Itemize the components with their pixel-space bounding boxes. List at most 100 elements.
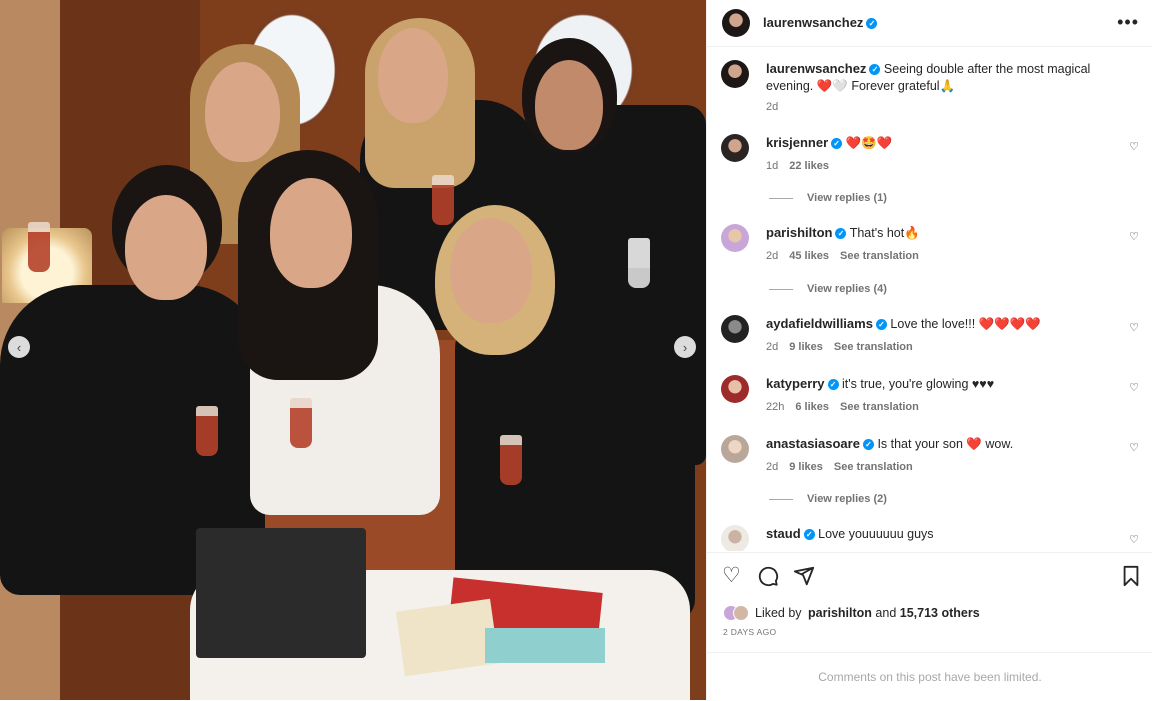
comment-meta: 2d 9 likes See translation — [766, 459, 1106, 476]
author-name-wrap: laurenwsanchez ✓ — [763, 14, 878, 32]
comment-text: Love youuuuuu guys — [818, 527, 934, 541]
comment-item: katyperry ✓ it's true, you're glowing ♥♥♥… — [721, 375, 1141, 425]
comment-time[interactable]: 1d — [766, 160, 778, 172]
view-replies-link[interactable]: View replies (1) — [769, 192, 887, 204]
comment-likes[interactable]: 45 likes — [789, 250, 829, 262]
comment-item: anastasiasoare ✓ Is that your son ❤️ wow.… — [721, 435, 1141, 485]
author-username[interactable]: laurenwsanchez — [763, 15, 863, 30]
comment-body: parishilton ✓ That's hot🔥 2d 45 likes See t… — [766, 224, 1106, 265]
face-front-left — [125, 195, 207, 300]
post-actions: ♡ Liked by parishilton and 15,713 others… — [707, 552, 1152, 653]
face-front-center — [270, 178, 352, 288]
verified-badge-icon: ✓ — [831, 138, 843, 149]
comment-like-heart-icon[interactable]: ♡ — [1129, 321, 1139, 334]
post-date[interactable]: 2 DAYS AGO — [723, 627, 776, 637]
see-translation-link[interactable]: See translation — [834, 341, 913, 353]
comment-like-heart-icon[interactable]: ♡ — [1129, 140, 1139, 153]
carousel-prev-button[interactable]: ‹ — [8, 336, 30, 358]
see-translation-link[interactable]: See translation — [840, 401, 919, 413]
caption: laurenwsanchez ✓ Seeing double after the … — [721, 60, 1141, 120]
comment-body: krisjenner ✓ ❤️🤩❤️ 1d 22 likes — [766, 134, 1106, 175]
comment-text: ❤️🤩❤️ — [845, 136, 893, 150]
comment-time[interactable]: 22h — [766, 401, 784, 413]
gift-box-decor — [196, 528, 366, 658]
verified-badge-icon: ✓ — [869, 64, 881, 75]
comment-item: krisjenner ✓ ❤️🤩❤️ 1d 22 likes ♡ — [721, 134, 1141, 184]
see-translation-link[interactable]: See translation — [840, 250, 919, 262]
comment-like-heart-icon[interactable]: ♡ — [1129, 441, 1139, 454]
commenter-username[interactable]: katyperry — [766, 376, 825, 391]
commenter-username[interactable]: anastasiasoare — [766, 436, 860, 451]
commenter-username[interactable]: krisjenner — [766, 135, 828, 150]
cream-card-decor — [395, 598, 500, 677]
liked-by-prefix: Liked by — [755, 606, 806, 620]
comment-body: katyperry ✓ it's true, you're glowing ♥♥♥… — [766, 375, 1106, 416]
comment-like-heart-icon[interactable]: ♡ — [1129, 230, 1139, 243]
comment-body: anastasiasoare ✓ Is that your son ❤️ wow.… — [766, 435, 1106, 476]
caption-meta: 2d — [766, 99, 1106, 116]
comment-likes[interactable]: 9 likes — [789, 341, 823, 353]
paper-plane-icon[interactable] — [793, 565, 815, 592]
commenter-avatar[interactable] — [721, 315, 749, 343]
chevron-right-icon: › — [682, 339, 688, 355]
comment-likes[interactable]: 6 likes — [795, 401, 829, 413]
liked-by-count[interactable]: 15,713 others — [900, 606, 980, 620]
face-back-left — [205, 62, 280, 162]
verified-badge-icon: ✓ — [862, 439, 874, 450]
comment-like-heart-icon[interactable]: ♡ — [1129, 533, 1139, 546]
commenter-username[interactable]: parishilton — [766, 225, 832, 240]
comment-meta: 2d 9 likes See translation — [766, 339, 1106, 356]
commenter-avatar[interactable] — [721, 224, 749, 252]
verified-badge-icon: ✓ — [866, 18, 878, 29]
caption-body: laurenwsanchez ✓ Seeing double after the … — [766, 60, 1106, 116]
comment-body: staud ✓ Love youuuuuu guys — [766, 525, 1106, 543]
comment-item: aydafieldwilliams ✓ Love the love!!! ❤️❤️… — [721, 315, 1141, 365]
liked-by-user[interactable]: parishilton — [808, 606, 872, 620]
comment-body: aydafieldwilliams ✓ Love the love!!! ❤️❤️… — [766, 315, 1106, 356]
author-avatar[interactable] — [722, 9, 750, 37]
commenter-username[interactable]: staud — [766, 526, 801, 541]
bookmark-icon[interactable] — [1121, 565, 1141, 592]
verified-badge-icon: ✓ — [875, 319, 887, 330]
heart-outline-icon[interactable]: ♡ — [722, 565, 741, 587]
comment-likes[interactable]: 22 likes — [789, 160, 829, 172]
see-translation-link[interactable]: See translation — [834, 461, 913, 473]
comment-likes[interactable]: 9 likes — [789, 461, 823, 473]
comment-bubble-icon[interactable] — [757, 565, 779, 592]
commenter-avatar[interactable] — [721, 134, 749, 162]
comment-time[interactable]: 2d — [766, 341, 778, 353]
liked-by-middle: and — [871, 606, 900, 620]
comment-text: Is that your son ❤️ wow. — [877, 437, 1014, 451]
comment-text: it's true, you're glowing ♥♥♥ — [842, 377, 995, 391]
comment-time[interactable]: 2d — [766, 250, 778, 262]
comment-meta: 1d 22 likes — [766, 158, 1106, 175]
comment-text: That's hot🔥 — [849, 226, 920, 240]
commenter-username[interactable]: aydafieldwilliams — [766, 316, 873, 331]
comment-meta: 22h 6 likes See translation — [766, 399, 1106, 416]
teal-card-decor — [485, 628, 605, 663]
view-replies-link[interactable]: View replies (4) — [769, 283, 887, 295]
post-sidebar: laurenwsanchez ✓ ••• laurenwsanchez ✓ Seei… — [706, 0, 1152, 700]
glass-4 — [432, 175, 454, 225]
commenter-avatar[interactable] — [721, 435, 749, 463]
carousel-next-button[interactable]: › — [674, 336, 696, 358]
caption-time[interactable]: 2d — [766, 101, 778, 113]
caption-username[interactable]: laurenwsanchez — [766, 61, 866, 76]
comment-like-heart-icon[interactable]: ♡ — [1129, 381, 1139, 394]
caption-author-avatar[interactable] — [721, 60, 749, 88]
limited-text: Comments on this post have been limited. — [818, 670, 1042, 684]
face-back-center — [378, 28, 448, 123]
face-back-right — [535, 60, 603, 150]
chevron-left-icon: ‹ — [16, 339, 22, 355]
commenter-avatar[interactable] — [721, 525, 749, 551]
view-replies-link[interactable]: View replies (2) — [769, 493, 887, 505]
liker-avatar — [733, 605, 749, 621]
comment-time[interactable]: 2d — [766, 461, 778, 473]
verified-badge-icon: ✓ — [803, 529, 815, 540]
liked-by: Liked by parishilton and 15,713 others — [723, 605, 980, 621]
glass-3 — [290, 398, 312, 448]
more-options-icon[interactable]: ••• — [1117, 12, 1139, 33]
comment-text: Love the love!!! ❤️❤️❤️❤️ — [890, 317, 1041, 331]
commenter-avatar[interactable] — [721, 375, 749, 403]
post-image[interactable]: ‹ › — [0, 0, 706, 700]
